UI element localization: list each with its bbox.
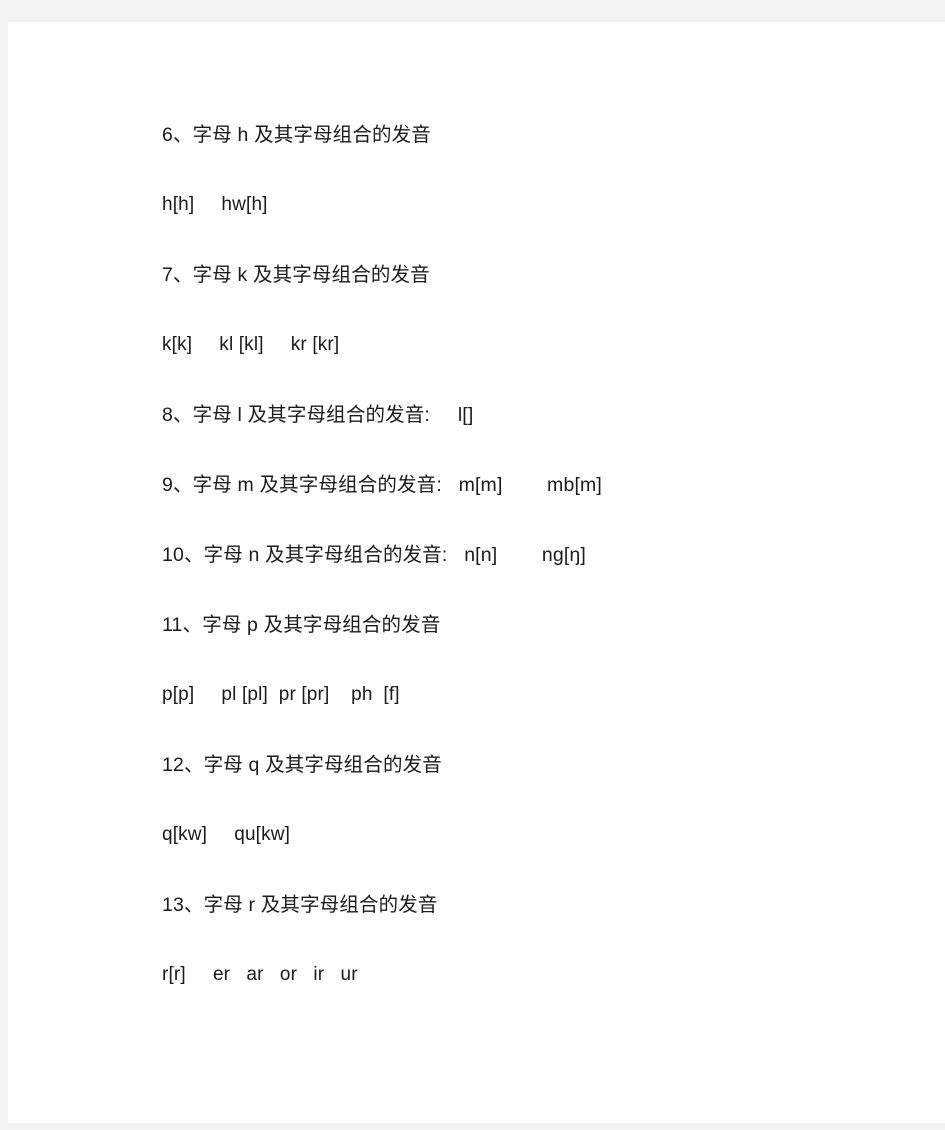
document-text-body: 6、字母 h 及其字母组合的发音 h[h] hw[h] 7、字母 k 及其字母组… bbox=[162, 100, 902, 1130]
pronunciation-examples-letter-k: k[k] kl [kl] kr [kr] bbox=[162, 334, 340, 355]
section-heading-letter-k: 7、字母 k 及其字母组合的发音 bbox=[162, 264, 430, 286]
document-viewer: 6、字母 h 及其字母组合的发音 h[h] hw[h] 7、字母 k 及其字母组… bbox=[0, 0, 945, 1123]
pronunciation-examples-letter-r: r[r] er ar or ir ur bbox=[162, 964, 358, 985]
pronunciation-examples-letter-h: h[h] hw[h] bbox=[162, 194, 268, 215]
section-heading-letter-q: 12、字母 q 及其字母组合的发音 bbox=[162, 754, 442, 776]
document-page: 6、字母 h 及其字母组合的发音 h[h] hw[h] 7、字母 k 及其字母组… bbox=[8, 22, 945, 1123]
page-bottom-whitespace bbox=[162, 1010, 902, 1130]
section-heading-letter-h: 6、字母 h 及其字母组合的发音 bbox=[162, 124, 431, 146]
section-heading-letter-m: 9、字母 m 及其字母组合的发音: m[m] mb[m] bbox=[162, 474, 602, 496]
section-heading-letter-p: 11、字母 p 及其字母组合的发音 bbox=[162, 614, 441, 636]
section-heading-letter-n: 10、字母 n 及其字母组合的发音: n[n] ng[ŋ] bbox=[162, 544, 586, 566]
section-heading-letter-r: 13、字母 r 及其字母组合的发音 bbox=[162, 894, 438, 916]
pronunciation-examples-letter-q: q[kw] qu[kw] bbox=[162, 824, 291, 845]
pronunciation-examples-letter-p: p[p] pl [pl] pr [pr] ph [f] bbox=[162, 684, 400, 705]
section-heading-letter-l: 8、字母 l 及其字母组合的发音: l[] bbox=[162, 404, 474, 426]
